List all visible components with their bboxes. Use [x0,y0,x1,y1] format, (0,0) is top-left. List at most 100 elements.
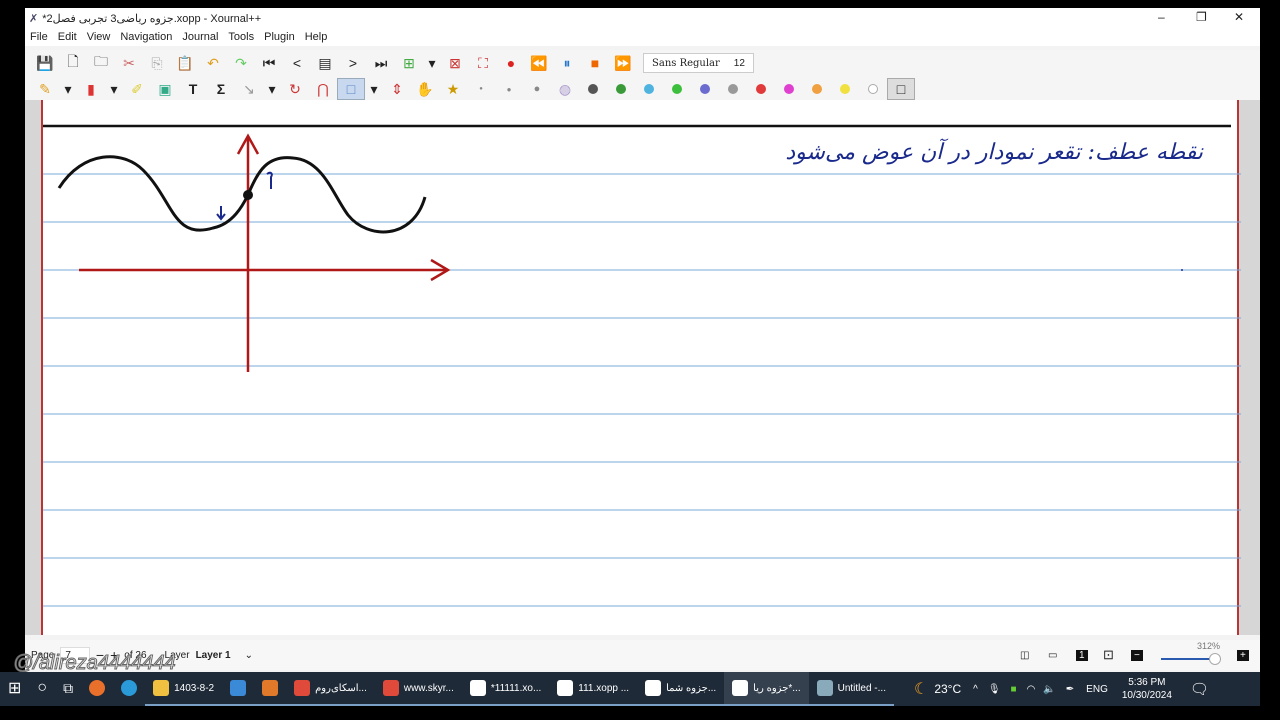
rewind-icon[interactable]: ⏪ [525,52,553,74]
close-button[interactable]: ✕ [1234,10,1244,24]
color-swatch[interactable] [644,84,654,94]
color-swatch[interactable] [728,84,738,94]
notifications-icon[interactable]: 🗨 [1190,680,1209,698]
menu-journal[interactable]: Journal [177,31,223,43]
eraser-icon[interactable]: ▮ [77,78,105,100]
copy-icon[interactable]: ⎘ [143,52,171,74]
start-button[interactable]: ⊞ [0,672,29,706]
next-page-icon[interactable]: > [339,52,367,74]
zoom-slider[interactable] [1161,653,1221,665]
dual-page-icon[interactable]: ◫ [1020,650,1029,661]
zoom-in-icon[interactable]: + [1237,649,1249,661]
menu-file[interactable]: File [25,31,53,43]
zoom-fit-icon[interactable]: ⊡ [1103,647,1114,663]
nvidia-icon[interactable]: ■ [1011,684,1017,695]
fullscreen-icon[interactable]: ⛶ [469,52,497,74]
microphone-icon[interactable]: 🎙 [988,684,1001,695]
menu-edit[interactable]: Edit [53,31,82,43]
font-selector[interactable]: Sans Regular 12 [643,53,754,73]
search-button[interactable]: ○ [29,672,55,706]
grid-snap-magnet-icon[interactable]: ⋂ [309,78,337,100]
pen-icon[interactable]: ✎ [31,78,59,100]
layer-selector[interactable]: Layer 1 [196,650,231,661]
thick-size-icon[interactable]: ● [523,78,551,100]
redo-icon[interactable]: ↷ [227,52,255,74]
fast-forward-icon[interactable]: ⏩ [609,52,637,74]
taskbar-app[interactable]: *11111.xo... [461,672,550,706]
record-icon[interactable]: ● [497,52,525,74]
pen-tray-icon[interactable]: ✒ [1066,684,1074,695]
color-swatch[interactable] [700,84,710,94]
color-swatch[interactable] [868,84,878,94]
text-icon[interactable]: T [179,78,207,100]
chevron-down-icon[interactable]: ⌄ [245,650,253,661]
color-swatch[interactable] [784,84,794,94]
default-tool-icon[interactable]: ★ [439,78,467,100]
custom-color-icon[interactable]: □ [887,78,915,100]
undo-icon[interactable]: ↶ [199,52,227,74]
menu-help[interactable]: Help [300,31,333,43]
fill-icon[interactable]: ◍ [551,78,579,100]
volume-icon[interactable]: 🔈 [1043,684,1055,695]
pause-icon[interactable]: ⏸ [553,52,581,74]
previous-page-icon[interactable]: < [283,52,311,74]
chevron-down-icon[interactable]: ▾ [365,78,383,100]
taskbar-app[interactable]: جزوه شما... [637,672,725,706]
minimize-button[interactable]: – [1158,10,1165,24]
taskbar-app[interactable]: اسکای‌روم... [286,672,375,706]
goto-page-icon[interactable]: ▤ [311,52,339,74]
taskbar-app[interactable] [254,672,287,706]
presentation-icon[interactable]: ▭ [1048,650,1057,661]
select-rectangle-icon[interactable]: □ [337,78,365,100]
save-icon[interactable]: 💾 [31,52,59,74]
language-indicator[interactable]: ENG [1086,684,1108,695]
maximize-button[interactable]: ❐ [1196,10,1207,24]
medium-size-icon[interactable]: ● [495,78,523,100]
clock[interactable]: 5:36 PM 10/30/2024 [1122,676,1172,702]
color-swatch[interactable] [756,84,766,94]
menu-navigation[interactable]: Navigation [115,31,177,43]
thin-size-icon[interactable]: ● [467,78,495,100]
document-canvas[interactable]: نقطه عطف: تقعر نمودار در آن عوض می‌شود [25,100,1260,635]
chevron-down-icon[interactable]: ▾ [263,78,281,100]
taskbar-app[interactable]: www.skyr... [374,672,462,706]
highlighter-icon[interactable]: ✐ [123,78,151,100]
color-swatch[interactable] [672,84,682,94]
weather-moon-icon[interactable]: ☾ [914,679,928,699]
menu-plugin[interactable]: Plugin [259,31,300,43]
chevron-down-icon[interactable]: ▾ [59,78,77,100]
color-swatch[interactable] [840,84,850,94]
stop-icon[interactable]: ■ [581,52,609,74]
new-document-icon[interactable]: 🗋 [59,52,87,74]
open-folder-icon[interactable]: 🗀 [87,52,115,74]
taskbar-app[interactable] [222,672,255,706]
color-swatch[interactable] [588,84,598,94]
chevron-down-icon[interactable]: ▾ [105,78,123,100]
taskbar-app[interactable]: Untitled -... [808,672,894,706]
first-page-icon[interactable]: ⏮ [255,52,283,74]
image-icon[interactable]: ▣ [151,78,179,100]
insert-page-icon[interactable]: ⊞ [395,52,423,74]
taskbar-app[interactable]: 111.xopp ... [549,672,638,706]
edge-icon[interactable] [113,672,145,706]
hand-icon[interactable]: ✋ [411,78,439,100]
chevron-down-icon[interactable]: ▾ [423,52,441,74]
menu-tools[interactable]: Tools [223,31,259,43]
zoom-out-icon[interactable]: − [1131,649,1143,661]
paste-icon[interactable]: 📋 [171,52,199,74]
page[interactable]: نقطه عطف: تقعر نمودار در آن عوض می‌شود [41,100,1241,635]
taskbar-app[interactable]: 1403-8-2 [145,672,223,706]
color-swatch[interactable] [812,84,822,94]
tray-chevron-icon[interactable]: ^ [973,684,978,695]
cut-icon[interactable]: ✂ [115,52,143,74]
draw-line-icon[interactable]: ↘ [235,78,263,100]
temperature[interactable]: 23°C [934,682,961,696]
rotation-snap-icon[interactable]: ↻ [281,78,309,100]
taskbar-app[interactable]: جزوه ریا*... [724,672,809,706]
wifi-icon[interactable]: ◠ [1027,684,1036,695]
color-swatch[interactable] [616,84,626,94]
firefox-icon[interactable] [81,672,113,706]
task-view-button[interactable]: ⧉ [55,672,81,706]
delete-page-icon[interactable]: ⊠ [441,52,469,74]
menu-view[interactable]: View [82,31,116,43]
